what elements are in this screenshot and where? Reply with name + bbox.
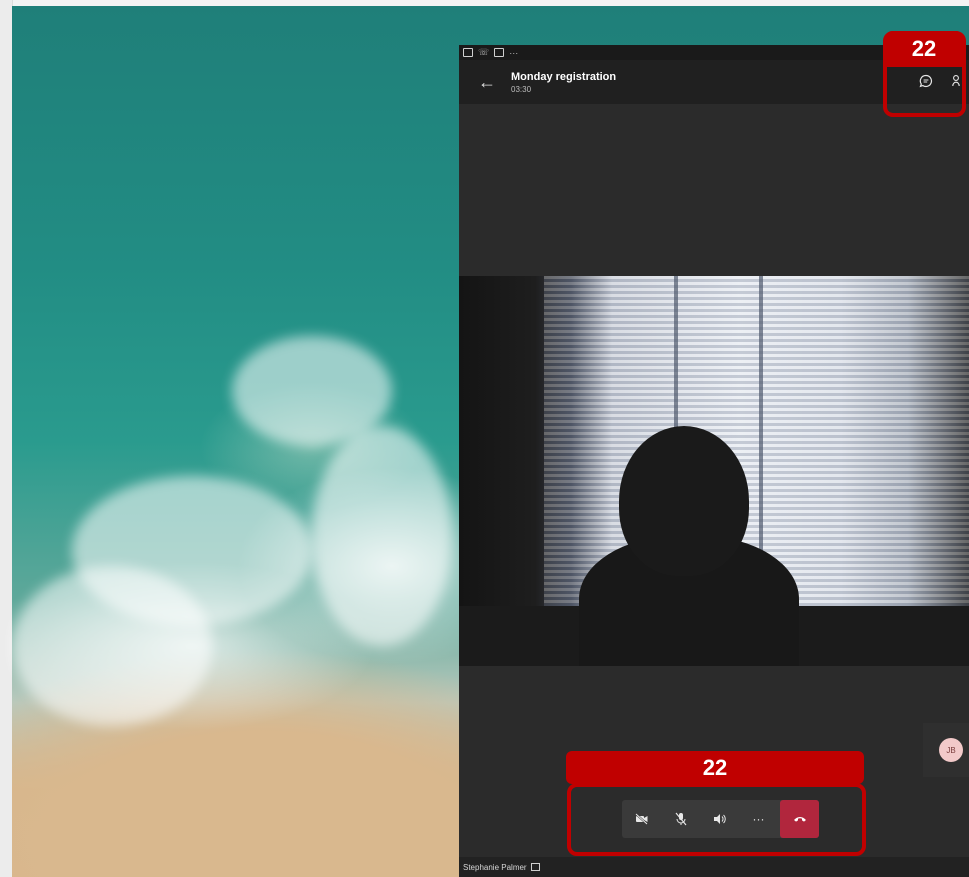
- annotation-label-bottom: 22: [566, 751, 864, 784]
- desktop-screen: ☏ ··· ← Monday registration 03:30 JB ···…: [0, 0, 969, 877]
- overflow-icon: ···: [509, 47, 519, 58]
- call-title: Monday registration: [511, 70, 617, 83]
- arrow-left-icon: ←: [478, 71, 496, 92]
- phone-icon: ☏: [478, 47, 490, 57]
- call-timer: 03:30: [511, 84, 532, 94]
- call-title-block: Monday registration 03:30: [511, 71, 616, 94]
- self-avatar: JB: [939, 738, 963, 762]
- annotation-box-call-controls: [567, 783, 866, 856]
- annotation-box-header-actions: [883, 31, 966, 117]
- message-icon: [494, 48, 505, 57]
- participant-video: [459, 276, 969, 666]
- participant-name: Stephanie Palmer: [463, 862, 527, 872]
- person-silhouette-head: [619, 426, 749, 576]
- participant-name-bar: Stephanie Palmer: [459, 857, 969, 877]
- screen-share-icon: [530, 863, 540, 871]
- back-button[interactable]: ←: [469, 64, 505, 100]
- gallery-icon: [463, 48, 473, 57]
